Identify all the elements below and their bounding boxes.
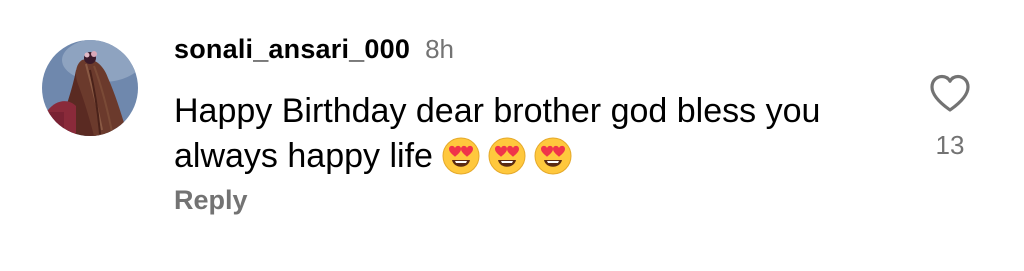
heart-eyes-emoji xyxy=(487,136,527,176)
timestamp: 8h xyxy=(425,34,454,64)
avatar-image xyxy=(42,40,138,136)
avatar[interactable] xyxy=(42,40,138,136)
like-count: 13 xyxy=(935,130,965,160)
comment-item: sonali_ansari_000 8h Happy Birthday dear… xyxy=(0,0,1024,271)
username[interactable]: sonali_ansari_000 xyxy=(174,34,410,65)
heart-outline-icon[interactable] xyxy=(926,70,974,118)
like-area: 13 xyxy=(920,70,980,161)
comment-text: Happy Birthday dear brother god bless yo… xyxy=(174,89,894,179)
comment-meta: sonali_ansari_000 8h xyxy=(174,34,454,74)
emoji-group xyxy=(441,136,579,176)
reply-button[interactable]: Reply xyxy=(174,185,248,216)
heart-eyes-emoji xyxy=(441,136,481,176)
heart-eyes-emoji xyxy=(533,136,573,176)
